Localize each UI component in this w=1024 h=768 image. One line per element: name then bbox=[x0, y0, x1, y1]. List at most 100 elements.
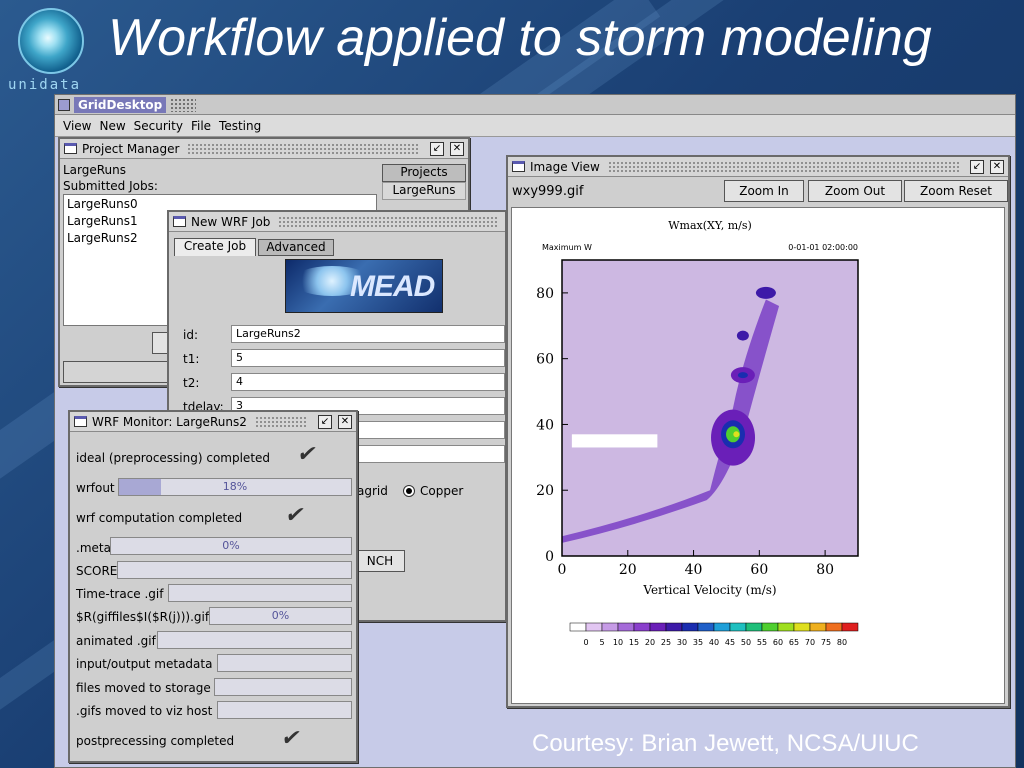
submitted-jobs-label: Submitted Jobs: bbox=[63, 179, 158, 193]
project-name: LargeRuns bbox=[63, 163, 127, 177]
colorbar-swatch bbox=[777, 622, 795, 632]
y-tick-label: 80 bbox=[536, 286, 554, 302]
chart-title: Wmax(XY, m/s) bbox=[668, 219, 752, 232]
cell bbox=[755, 286, 776, 299]
list-item[interactable]: LargeRuns2 bbox=[67, 231, 138, 245]
progress-text: 0% bbox=[222, 539, 240, 552]
colorbar-swatch bbox=[809, 622, 827, 632]
colorbar-swatch bbox=[681, 622, 699, 632]
close-icon[interactable]: ✕ bbox=[450, 141, 464, 156]
desktop-title-bar[interactable]: GridDesktop bbox=[55, 95, 1015, 115]
t2-label: t2: bbox=[183, 376, 200, 390]
checkmark-icon: ✔ bbox=[279, 726, 304, 751]
status-label: ideal (preprocessing) completed bbox=[76, 451, 271, 465]
colorbar-tick-label: 65 bbox=[789, 638, 799, 647]
zoom-out-button[interactable]: Zoom Out bbox=[808, 180, 902, 202]
project-manager-title-bar[interactable]: Project Manager ↙ ✕ bbox=[60, 139, 468, 159]
status-label: $R(giffiles$I($R(j))).gif bbox=[76, 610, 210, 624]
desktop-title: GridDesktop bbox=[74, 96, 167, 113]
mead-logo: MEAD bbox=[285, 259, 443, 313]
menu-new[interactable]: New bbox=[99, 119, 125, 133]
colorbar-swatch bbox=[729, 622, 747, 632]
colorbar-swatch bbox=[649, 622, 667, 632]
colorbar-swatch bbox=[585, 622, 603, 632]
list-item[interactable]: LargeRuns1 bbox=[67, 214, 138, 228]
menu-testing[interactable]: Testing bbox=[219, 119, 261, 133]
x-axis-label: Vertical Velocity (m/s) bbox=[642, 583, 776, 597]
colorbar-swatch bbox=[601, 622, 619, 632]
window-icon bbox=[512, 161, 525, 172]
menu-file[interactable]: File bbox=[191, 119, 211, 133]
colorbar-swatch bbox=[841, 622, 859, 632]
progress-bar: 0% bbox=[209, 607, 352, 625]
minimize-icon[interactable]: ↙ bbox=[318, 414, 332, 429]
x-tick-label: 80 bbox=[816, 562, 834, 578]
grip-icon bbox=[170, 97, 197, 112]
zoom-reset-button[interactable]: Zoom Reset bbox=[904, 180, 1008, 202]
close-icon[interactable]: ✕ bbox=[338, 414, 352, 429]
id-label: id: bbox=[183, 328, 198, 342]
status-label: .gifs moved to viz host bbox=[76, 704, 213, 718]
zoom-in-button[interactable]: Zoom In bbox=[724, 180, 804, 202]
y-tick-label: 0 bbox=[545, 549, 554, 565]
radio-label-agrid: agrid bbox=[357, 484, 388, 498]
progress-bar bbox=[217, 701, 352, 719]
menu-view[interactable]: View bbox=[63, 119, 91, 133]
image-filename: wxy999.gif bbox=[512, 184, 584, 199]
tab-projects[interactable]: Projects bbox=[382, 164, 466, 182]
status-label: animated .gif bbox=[76, 634, 156, 648]
radio-copper[interactable] bbox=[403, 485, 415, 497]
menu-security[interactable]: Security bbox=[134, 119, 183, 133]
close-icon[interactable]: ✕ bbox=[990, 159, 1004, 174]
list-item[interactable]: LargeRuns0 bbox=[67, 197, 138, 211]
window-icon bbox=[64, 143, 77, 154]
y-tick-label: 40 bbox=[536, 417, 554, 433]
colorbar-swatch bbox=[793, 622, 811, 632]
checkmark-icon: ✔ bbox=[283, 503, 308, 528]
colorbar-tick-label: 55 bbox=[757, 638, 767, 647]
tab-advanced[interactable]: Advanced bbox=[258, 239, 334, 256]
id-field[interactable]: LargeRuns2 bbox=[231, 325, 505, 343]
image-view-title-bar[interactable]: Image View ↙ ✕ bbox=[508, 157, 1008, 177]
progress-bar: 0% bbox=[110, 537, 352, 555]
progress-bar bbox=[217, 654, 352, 672]
image-view-window: Image View ↙ ✕ wxy999.gif Zoom In Zoom O… bbox=[506, 155, 1010, 708]
status-label: postprecessing completed bbox=[76, 734, 235, 748]
y-tick-label: 20 bbox=[536, 483, 554, 499]
radio-label-copper: Copper bbox=[420, 484, 464, 498]
status-label: wrfout bbox=[76, 481, 115, 495]
window-title: Image View bbox=[530, 159, 604, 174]
x-tick-label: 60 bbox=[750, 562, 768, 578]
cell-core bbox=[737, 372, 748, 379]
status-label: input/output metadata bbox=[76, 657, 213, 671]
colorbar-swatch bbox=[825, 622, 843, 632]
colorbar-tick-label: 0 bbox=[583, 638, 588, 647]
window-icon bbox=[74, 416, 87, 427]
new-job-title-bar[interactable]: New WRF Job bbox=[169, 212, 505, 232]
minimize-icon[interactable]: ↙ bbox=[430, 141, 444, 156]
colorbar-swatch bbox=[697, 622, 715, 632]
colorbar-tick-label: 70 bbox=[805, 638, 815, 647]
minimize-icon[interactable]: ↙ bbox=[970, 159, 984, 174]
colorbar-swatch bbox=[569, 622, 587, 632]
tab-largeruns[interactable]: LargeRuns bbox=[382, 182, 466, 200]
blank-region bbox=[571, 434, 658, 448]
plot-area bbox=[562, 260, 858, 556]
launch-button[interactable]: NCH bbox=[355, 550, 405, 572]
logo-text: unidata bbox=[8, 77, 82, 93]
x-tick-label: 20 bbox=[619, 562, 637, 578]
slide-title: Workflow applied to storm modeling bbox=[108, 9, 932, 67]
t1-field[interactable]: 5 bbox=[231, 349, 505, 367]
progress-bar: 18% bbox=[118, 478, 352, 496]
y-tick-label: 60 bbox=[536, 352, 554, 368]
t2-field[interactable]: 4 bbox=[231, 373, 505, 391]
monitor-title-bar[interactable]: WRF Monitor: LargeRuns2 ↙ ✕ bbox=[70, 412, 356, 432]
colorbar-swatch bbox=[745, 622, 763, 632]
colorbar-tick-label: 35 bbox=[693, 638, 703, 647]
tab-create-job[interactable]: Create Job bbox=[174, 238, 256, 256]
checkmark-icon: ✔ bbox=[295, 442, 320, 467]
updraft-max bbox=[733, 431, 740, 438]
window-title: Project Manager bbox=[82, 141, 184, 156]
window-title: WRF Monitor: LargeRuns2 bbox=[92, 414, 251, 429]
colorbar-swatch bbox=[617, 622, 635, 632]
